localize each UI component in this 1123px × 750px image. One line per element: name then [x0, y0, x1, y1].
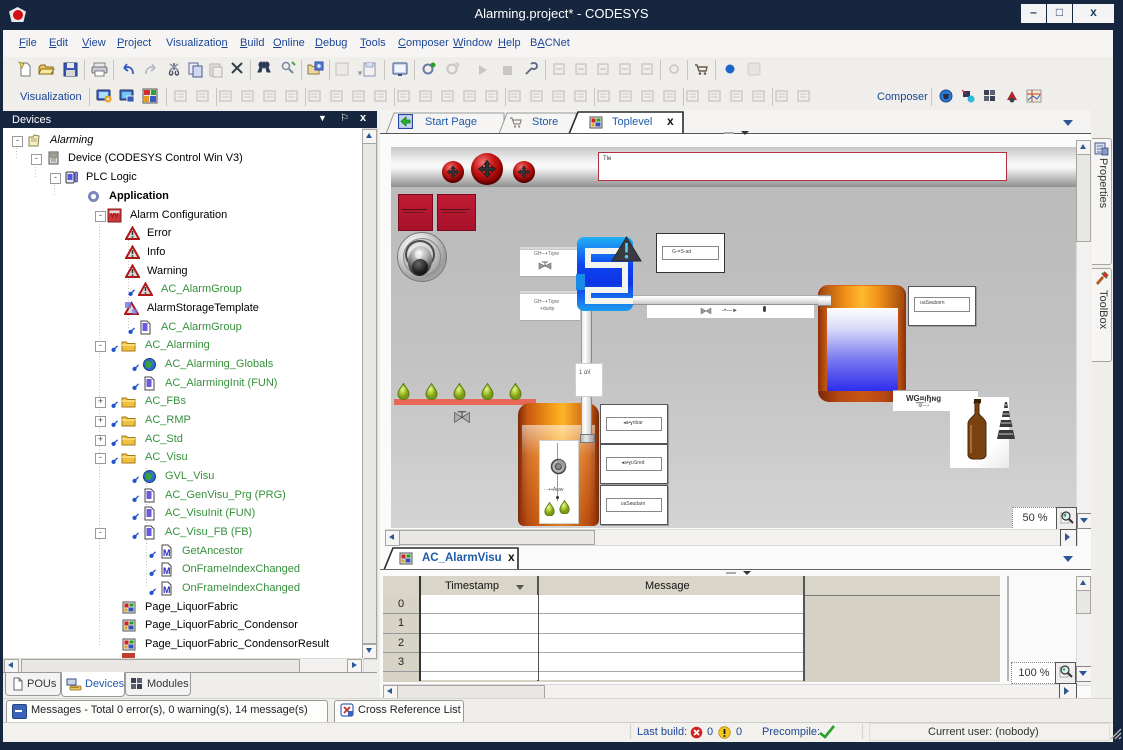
svg-text:M: M: [163, 585, 171, 595]
svg-text:M: M: [163, 566, 171, 576]
svg-text:M: M: [163, 548, 171, 558]
